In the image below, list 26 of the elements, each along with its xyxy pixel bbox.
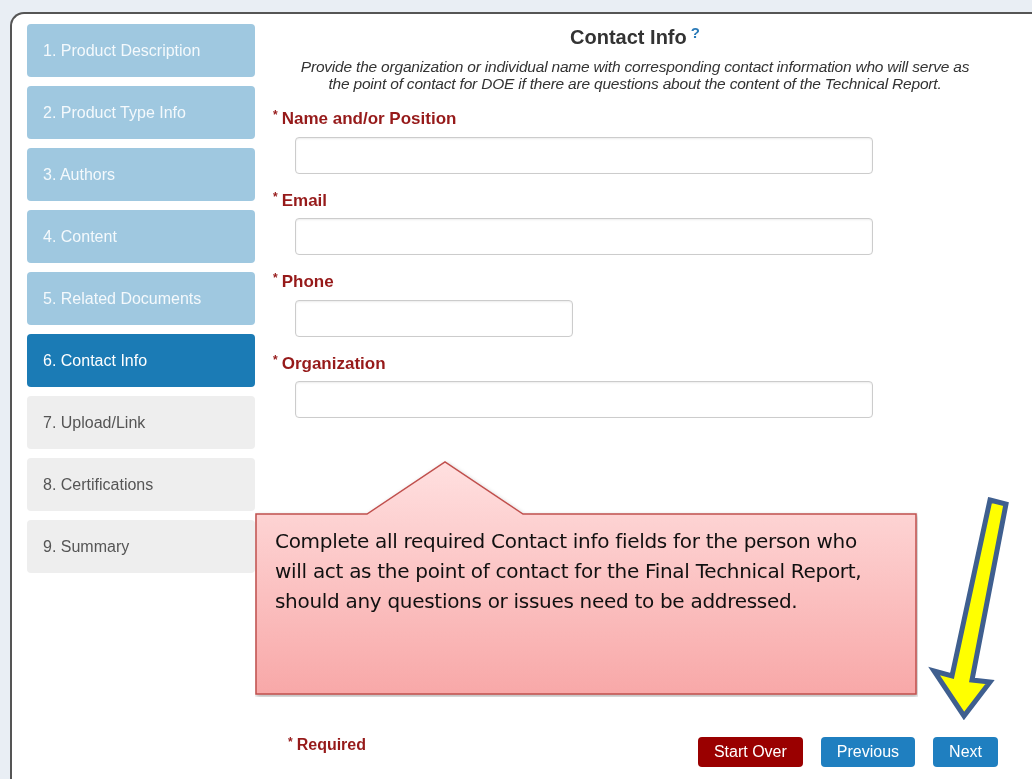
field-label: Organization <box>281 353 386 373</box>
field-label: Phone <box>281 272 334 291</box>
help-link[interactable]: ? <box>690 24 700 41</box>
input-field[interactable] <box>295 381 873 418</box>
required-marker: * <box>273 189 278 204</box>
field-label: Email <box>281 190 328 210</box>
form-title: Contact Info <box>570 26 687 48</box>
callout-text: Complete all required Contact info fields for the person who will act as the point of contact for the Final Technical Report, should any questions or issues need to be addressed. <box>275 528 863 615</box>
step-tab[interactable]: 7. Upload/Link <box>27 396 255 449</box>
required-note: Required <box>296 736 366 753</box>
input-field[interactable] <box>295 136 873 174</box>
step-tab[interactable]: 8. Certifications <box>27 458 255 511</box>
arrow-icon <box>928 496 1010 720</box>
required-marker: * <box>273 352 278 367</box>
required-marker: * <box>273 108 278 122</box>
nav-button[interactable]: Previous <box>820 737 916 767</box>
step-tab[interactable]: 9. Summary <box>27 520 255 573</box>
input-field[interactable] <box>295 299 573 337</box>
nav-button[interactable]: Next <box>933 737 998 767</box>
required-marker: * <box>288 735 293 749</box>
field-label: Name and/or Position <box>281 109 457 128</box>
step-tab[interactable]: 6. Contact Info <box>27 334 255 387</box>
nav-button[interactable]: Start Over <box>697 737 803 767</box>
input-field[interactable] <box>295 218 873 255</box>
required-marker: * <box>273 271 278 285</box>
form-description: Provide the organization or individual name with corresponding contact information who will serve as the point of contact for DOE if there are questions about the content of the Technical Report. <box>299 58 971 92</box>
